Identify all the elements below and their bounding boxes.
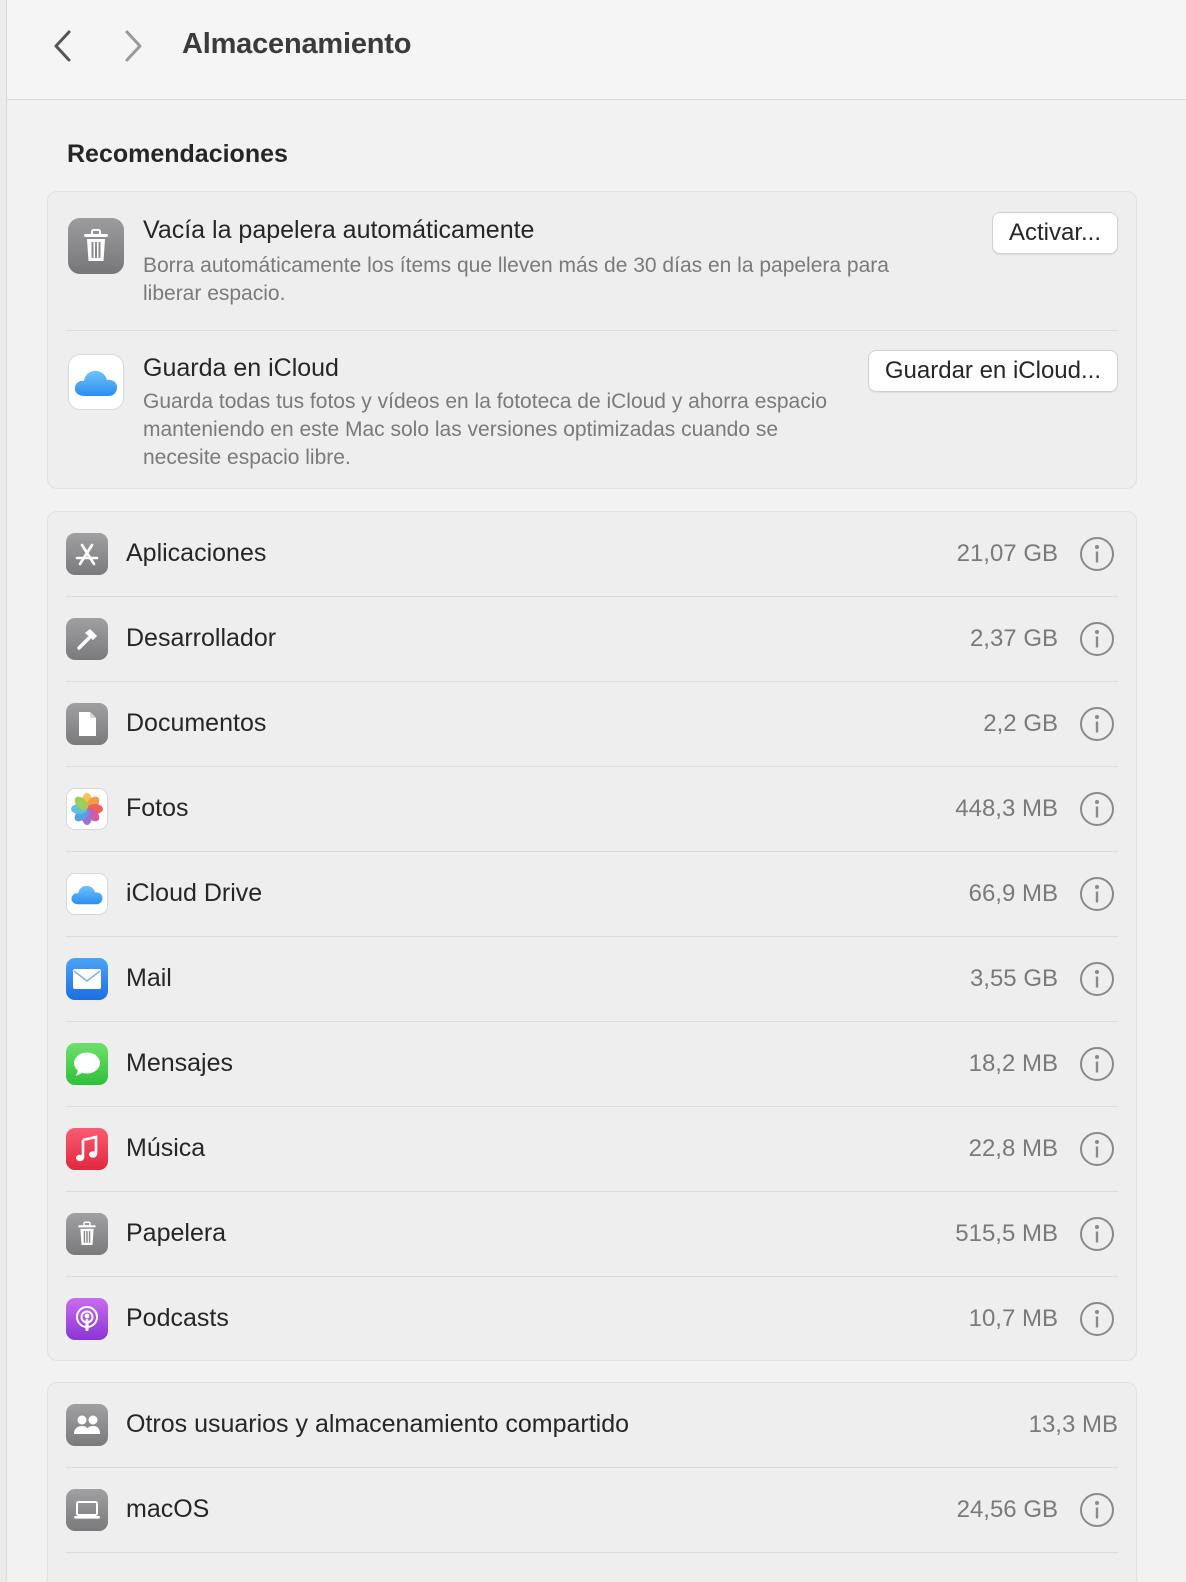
- recommendation-description: Guarda todas tus fotos y vídeos en la fo…: [143, 390, 828, 469]
- list-item-fotos[interactable]: Fotos 448,3 MB: [48, 767, 1136, 852]
- info-icon: [1095, 715, 1099, 733]
- storage-window: Almacenamiento Recomendaciones Vacía la …: [6, 0, 1186, 1582]
- recommendation-icloud: Guarda en iCloud Guarda todas tus fotos …: [48, 330, 1136, 490]
- info-icon: [1095, 800, 1099, 818]
- list-item-macos[interactable]: macOS 24,56 GB: [48, 1468, 1136, 1553]
- row-size: 66,9 MB: [968, 880, 1058, 907]
- podcasts-icon: [66, 1298, 108, 1340]
- list-item-mensajes[interactable]: Mensajes 18,2 MB: [48, 1022, 1136, 1107]
- row-size: 448,3 MB: [955, 795, 1058, 822]
- laptop-icon: [66, 1489, 108, 1531]
- row-label: Papelera: [126, 1219, 227, 1247]
- list-item-otros-usuarios: Otros usuarios y almacenamiento comparti…: [48, 1383, 1136, 1468]
- row-size: 515,5 MB: [955, 1220, 1058, 1247]
- info-button[interactable]: [1080, 537, 1114, 571]
- row-size: 3,55 GB: [969, 965, 1058, 992]
- row-label: Documentos: [126, 709, 267, 737]
- forward-button[interactable]: [115, 28, 151, 64]
- photos-icon: [66, 788, 108, 830]
- row-label: Otros usuarios y almacenamiento comparti…: [126, 1410, 630, 1438]
- row-size: 2,37 GB: [969, 625, 1058, 652]
- list-item-podcasts[interactable]: Podcasts 10,7 MB: [48, 1277, 1136, 1362]
- trash-icon: [66, 1213, 108, 1255]
- list-item-documentos[interactable]: Documentos 2,2 GB: [48, 682, 1136, 767]
- row-size: 18,2 MB: [968, 1050, 1058, 1077]
- mail-icon: [66, 958, 108, 1000]
- recommendation-description: Borra automáticamente los ítems que llev…: [143, 254, 889, 305]
- page-title: Almacenamiento: [182, 28, 412, 60]
- recommendation-title: Vacía la papelera automáticamente: [143, 216, 535, 244]
- info-button[interactable]: [1080, 1493, 1114, 1527]
- info-icon: [1095, 1225, 1099, 1243]
- recommendations-card: Vacía la papelera automáticamente Borra …: [47, 191, 1137, 489]
- row-size: 13,3 MB: [1028, 1411, 1118, 1438]
- info-icon: [1095, 970, 1099, 988]
- row-label: Aplicaciones: [126, 539, 267, 567]
- list-item-desarrollador[interactable]: Desarrollador 2,37 GB: [48, 597, 1136, 682]
- info-button[interactable]: [1080, 622, 1114, 656]
- info-button[interactable]: [1080, 962, 1114, 996]
- row-label: Mail: [126, 964, 172, 992]
- info-button[interactable]: [1080, 1217, 1114, 1251]
- row-label: Mensajes: [126, 1049, 233, 1077]
- messages-icon: [66, 1043, 108, 1085]
- info-icon: [1095, 1310, 1099, 1328]
- row-size: 21,07 GB: [956, 540, 1058, 567]
- row-label: iCloud Drive: [126, 879, 263, 907]
- row-label: Desarrollador: [126, 624, 277, 652]
- list-item-icloud-drive[interactable]: iCloud Drive 66,9 MB: [48, 852, 1136, 937]
- info-button[interactable]: [1080, 707, 1114, 741]
- document-icon: [66, 703, 108, 745]
- info-icon: [1095, 545, 1099, 563]
- list-item-mail[interactable]: Mail 3,55 GB: [48, 937, 1136, 1022]
- categories-list: Aplicaciones 21,07 GB Desarrollador 2,37…: [47, 511, 1137, 1361]
- back-button[interactable]: [45, 28, 81, 64]
- activate-button[interactable]: Activar...: [991, 212, 1118, 254]
- row-size: 22,8 MB: [968, 1135, 1058, 1162]
- info-icon: [1095, 1140, 1099, 1158]
- row-label: Fotos: [126, 794, 189, 822]
- system-list: Otros usuarios y almacenamiento comparti…: [47, 1382, 1137, 1582]
- recommendations-heading: Recomendaciones: [67, 140, 288, 168]
- row-label: macOS: [126, 1495, 210, 1523]
- info-button[interactable]: [1080, 1302, 1114, 1336]
- info-icon: [1095, 1055, 1099, 1073]
- info-icon: [1095, 1501, 1099, 1519]
- recommendation-title: Guarda en iCloud: [143, 354, 339, 382]
- icloud-icon: [68, 354, 124, 410]
- app-store-icon: [66, 533, 108, 575]
- row-size: 2,2 GB: [983, 710, 1058, 737]
- row-size: 10,7 MB: [968, 1305, 1058, 1332]
- users-icon: [66, 1404, 108, 1446]
- info-button[interactable]: [1080, 1132, 1114, 1166]
- music-icon: [66, 1128, 108, 1170]
- row-size: 24,56 GB: [956, 1496, 1058, 1523]
- toolbar: Almacenamiento: [7, 0, 1186, 100]
- list-item-musica[interactable]: Música 22,8 MB: [48, 1107, 1136, 1192]
- icloud-drive-icon: [66, 873, 108, 915]
- info-icon: [1095, 885, 1099, 903]
- save-in-icloud-button[interactable]: Guardar en iCloud...: [867, 350, 1118, 392]
- row-label: Música: [126, 1134, 206, 1162]
- info-button[interactable]: [1080, 1047, 1114, 1081]
- chevron-right-icon: [125, 30, 142, 62]
- info-button[interactable]: [1080, 792, 1114, 826]
- list-item-papelera[interactable]: Papelera 515,5 MB: [48, 1192, 1136, 1277]
- trash-icon: [68, 218, 124, 274]
- recommendation-empty-trash: Vacía la papelera automáticamente Borra …: [48, 192, 1136, 330]
- info-icon: [1095, 630, 1099, 648]
- info-button[interactable]: [1080, 877, 1114, 911]
- chevron-left-icon: [54, 30, 71, 62]
- hammer-icon: [66, 618, 108, 660]
- row-label: Podcasts: [126, 1304, 229, 1332]
- list-item-aplicaciones[interactable]: Aplicaciones 21,07 GB: [48, 512, 1136, 597]
